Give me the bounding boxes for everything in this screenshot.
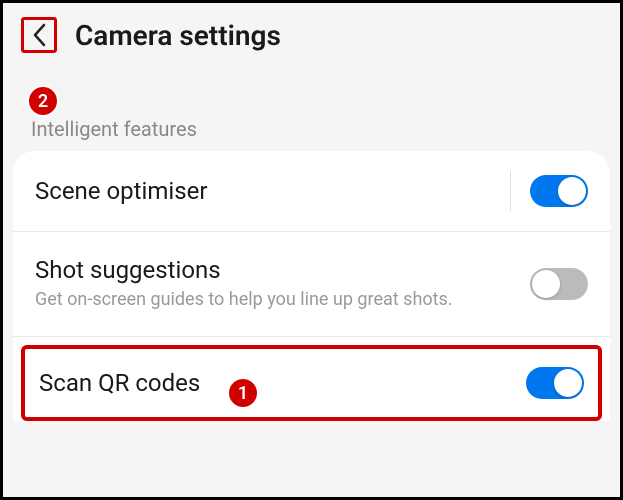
section-label: Intelligent features [3,67,620,151]
toggle-knob [532,270,560,298]
setting-text: Scene optimiser [35,177,514,205]
chevron-left-icon [32,23,46,47]
setting-shot-suggestions[interactable]: Shot suggestions Get on-screen guides to… [13,232,610,337]
toggle-knob [554,369,582,397]
toggle-scan-qr-codes[interactable] [526,367,584,399]
page-title: Camera settings [75,19,281,52]
setting-text: Shot suggestions Get on-screen guides to… [35,256,514,312]
toggle-scene-optimiser[interactable] [530,175,588,207]
setting-scan-qr-codes[interactable]: Scan QR codes [21,345,602,421]
setting-title: Scene optimiser [35,177,514,205]
annotation-badge-2: 2 [27,85,59,117]
setting-scene-optimiser[interactable]: Scene optimiser [13,151,610,232]
setting-text: Scan QR codes [39,369,510,397]
header: Camera settings [3,3,620,67]
setting-subtitle: Get on-screen guides to help you line up… [35,288,455,312]
annotation-badge-1: 1 [227,377,259,409]
setting-title: Shot suggestions [35,256,514,284]
back-button[interactable] [21,17,57,53]
toggle-knob [558,177,586,205]
settings-card: Scene optimiser Shot suggestions Get on-… [13,151,610,421]
toggle-shot-suggestions[interactable] [530,268,588,300]
setting-title: Scan QR codes [39,369,510,397]
